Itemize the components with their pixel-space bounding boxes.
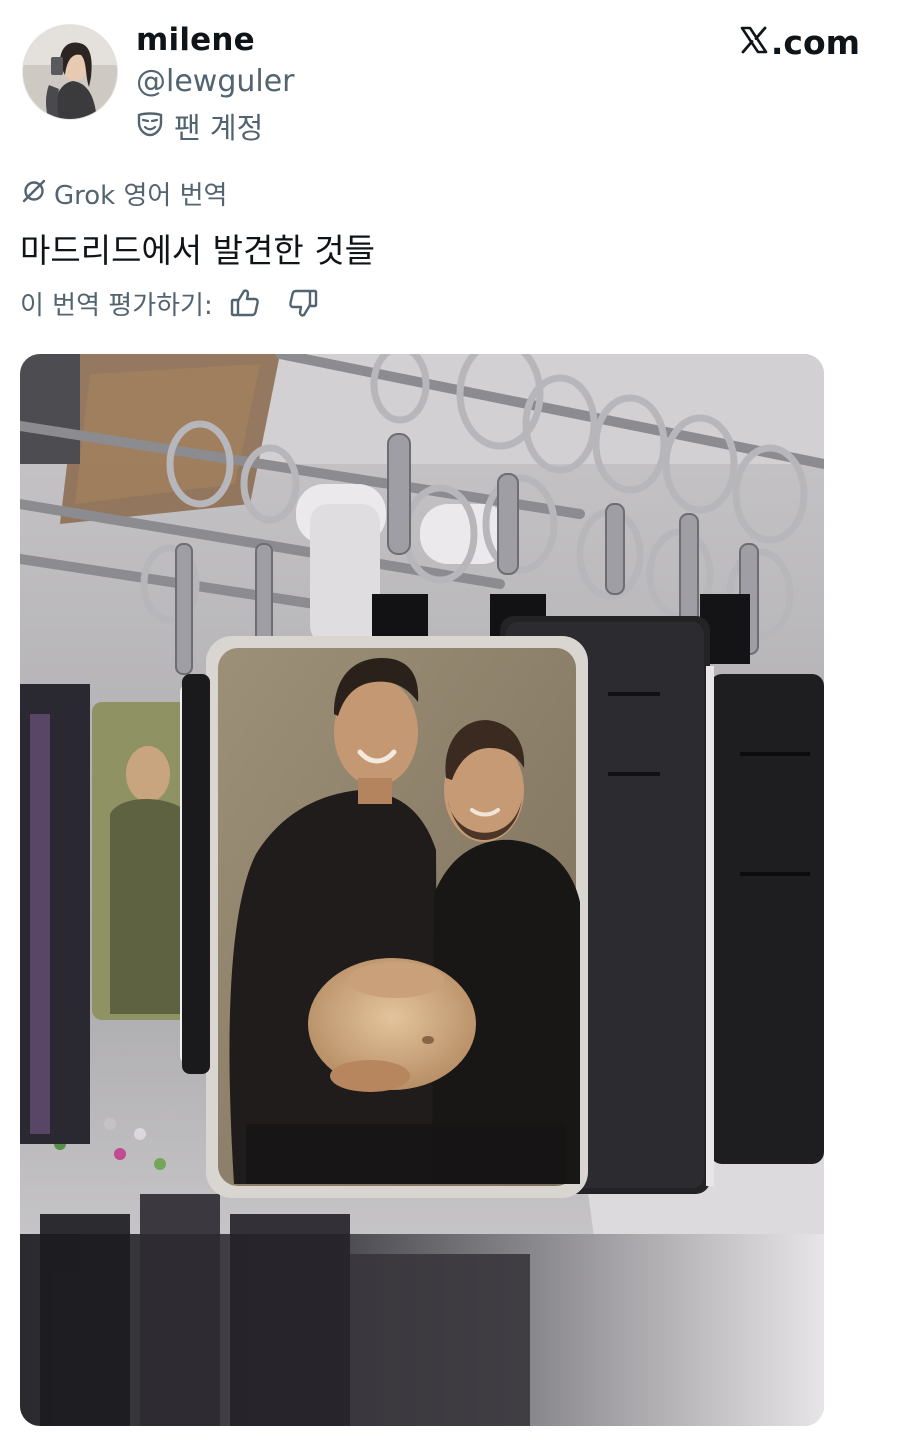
keychain-wallet-photo — [20, 354, 824, 1426]
account-label: 팬 계정 — [174, 111, 264, 145]
display-name[interactable]: milene — [136, 22, 255, 58]
avatar-image — [23, 25, 117, 119]
translation-label: Grok 영어 번역 — [54, 180, 228, 211]
avatar[interactable] — [22, 24, 118, 120]
thumbs-down-button[interactable] — [283, 283, 323, 323]
post-text: 마드리드에서 발견한 것들 — [20, 231, 375, 270]
grok-icon — [20, 177, 48, 209]
post-photo[interactable] — [20, 354, 824, 1426]
user-handle[interactable]: @lewguler — [136, 64, 295, 99]
thumbs-up-button[interactable] — [225, 283, 265, 323]
rating-label: 이 번역 평가하기: — [20, 290, 213, 321]
x-com-logo: .com — [739, 22, 860, 62]
thumbs-down-icon — [288, 289, 317, 317]
mask-icon — [136, 110, 164, 142]
site-domain: .com — [770, 22, 860, 62]
translation-notice: Grok 영어 번역 — [20, 174, 227, 212]
post-card: milene @lewguler 팬 계정 .com Grok 영어 번역 마드… — [0, 0, 900, 1446]
translation-rating: 이 번역 평가하기: — [20, 283, 341, 323]
thumbs-up-icon — [230, 289, 259, 317]
account-label-row: 팬 계정 — [136, 106, 263, 146]
x-logo-icon — [739, 25, 769, 59]
